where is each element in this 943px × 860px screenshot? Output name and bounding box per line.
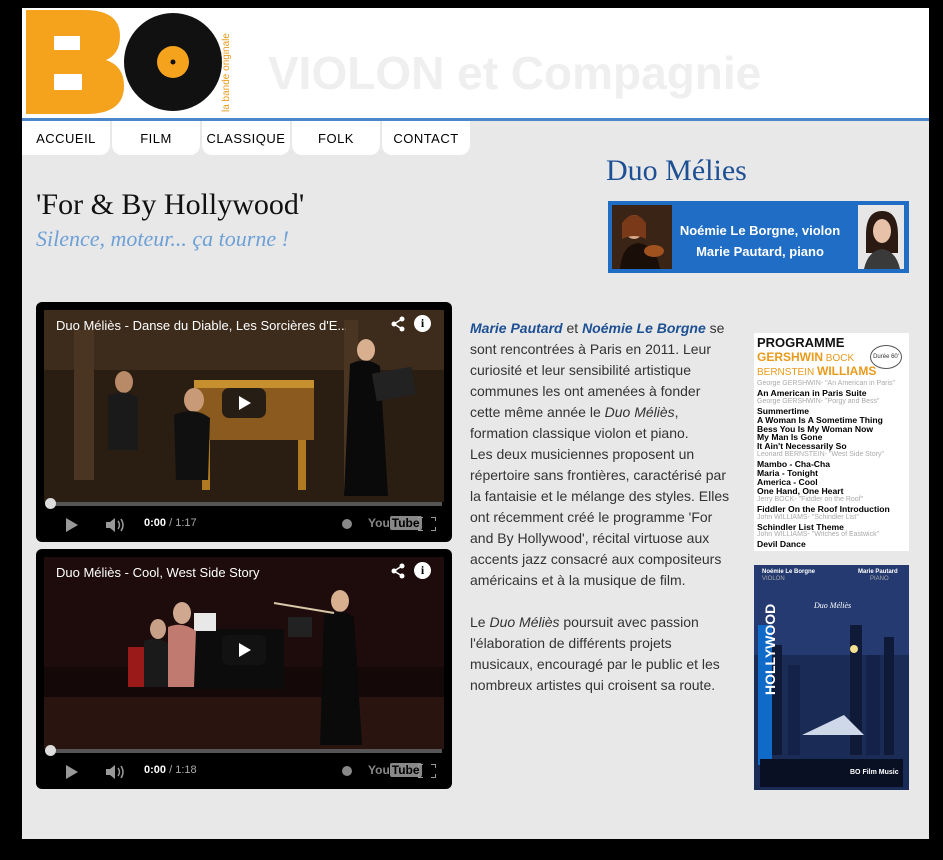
composer-gershwin: GERSHWIN — [757, 350, 823, 364]
play-button-icon[interactable] — [66, 765, 78, 779]
play-button-icon[interactable] — [66, 518, 78, 532]
progress-bar[interactable] — [46, 502, 442, 506]
video-title[interactable]: Duo Méliès - Cool, West Side Story — [56, 565, 346, 580]
bio-paragraph-2: Les deux musiciennes proposent un répert… — [470, 446, 730, 588]
duo-banner-text: Noémie Le Borgne, violon Marie Pautard, … — [670, 220, 850, 262]
nav-classique[interactable]: CLASSIQUE — [202, 121, 290, 155]
bio-p3-start: Le — [470, 614, 490, 630]
concert-poster[interactable]: Noémie Le Borgne VIOLON Marie Pautard PI… — [754, 565, 909, 790]
play-icon[interactable] — [222, 388, 266, 418]
logo-tagline: la bande originale — [221, 33, 232, 112]
watch-later-icon[interactable] — [342, 766, 352, 776]
poster-footer-logo: BO Film Music — [850, 769, 899, 776]
composer-williams: WILLIAMS — [817, 364, 877, 378]
poster-title: HOLLYWOOD — [762, 603, 778, 695]
duo-violinist: Noémie Le Borgne, violon — [679, 223, 841, 238]
poster-duo-logo: Duo Méliès — [814, 601, 852, 610]
duo-pianist: Marie Pautard, piano — [696, 244, 824, 259]
duo-title: Duo Mélies — [606, 154, 747, 187]
violinist-photo — [612, 205, 672, 269]
video-controls: 0:00 / 1:18 You Tube — [36, 754, 452, 789]
programme-piece: An American in Paris Suite — [757, 387, 867, 398]
poster-violin-label: VIOLON — [762, 576, 785, 582]
composer-bock: BOCK — [825, 353, 855, 364]
progress-bar[interactable] — [46, 749, 442, 753]
video-controls: 0:00 / 1:17 You Tube — [36, 507, 452, 542]
duo-banner[interactable]: Noémie Le Borgne, violon Marie Pautard, … — [608, 201, 909, 273]
duration-badge: Durée 60' — [870, 345, 902, 369]
site-header: la bande originale VIOLON et Compagnie — [22, 8, 929, 121]
poster-pianist: Marie Pautard — [858, 569, 898, 575]
bio-text: Marie Pautard et Noémie Le Borgne se son… — [470, 318, 730, 696]
programme-title: PROGRAMME — [757, 335, 845, 350]
play-icon[interactable] — [222, 635, 266, 665]
video-player-2[interactable]: Duo Méliès - Cool, West Side Story i 0:0… — [36, 549, 452, 789]
time-current: 0:00 — [144, 764, 167, 776]
programme-piece: Fiddler On the Roof Introduction — [757, 503, 890, 514]
volume-icon[interactable] — [106, 765, 126, 779]
page-subheading: Silence, moteur... ça tourne ! — [36, 226, 289, 251]
poster-piano-label: PIANO — [870, 576, 889, 582]
nav-contact[interactable]: CONTACT — [382, 121, 470, 155]
info-icon[interactable]: i — [414, 562, 431, 579]
nav-folk[interactable]: FOLK — [292, 121, 380, 155]
page-heading: 'For & By Hollywood' — [36, 188, 305, 221]
time-current: 0:00 — [144, 517, 167, 529]
programme-piece: It Ain't Necessarily So — [757, 441, 847, 452]
info-icon[interactable]: i — [414, 315, 431, 332]
fullscreen-icon[interactable] — [418, 517, 436, 531]
bio-paragraph-1: Marie Pautard et Noémie Le Borgne se son… — [470, 318, 730, 444]
bio-p3-duo: Duo Méliès — [489, 614, 560, 630]
bio-name-1: Marie Pautard — [470, 320, 563, 336]
youtube-logo-icon[interactable]: You Tube — [368, 516, 422, 530]
bo-logo[interactable] — [24, 10, 229, 114]
video-player-1[interactable]: Duo Méliès - Danse du Diable, Les Sorciè… — [36, 302, 452, 542]
programme-piece: Schindler List Theme — [757, 521, 844, 532]
composer-bernstein: BERNSTEIN — [757, 367, 815, 378]
youtube-logo-icon[interactable]: You Tube — [368, 763, 422, 777]
video-title[interactable]: Duo Méliès - Danse du Diable, Les Sorciè… — [56, 318, 346, 333]
nav-accueil[interactable]: ACCUEIL — [22, 121, 110, 155]
share-icon[interactable] — [390, 563, 406, 579]
poster-violinist: Noémie Le Borgne — [762, 569, 816, 575]
programme-piece: One Hand, One Heart — [757, 485, 844, 496]
programme-piece: Devil Dance — [757, 539, 806, 550]
programme-card[interactable]: PROGRAMME GERSHWIN BOCK BERNSTEIN WILLIA… — [754, 333, 909, 551]
bio-and: et — [562, 320, 583, 336]
page: la bande originale VIOLON et Compagnie A… — [22, 8, 929, 839]
volume-icon[interactable] — [106, 518, 126, 532]
time-total: / 1:18 — [169, 764, 197, 776]
site-title: VIOLON et Compagnie — [268, 47, 762, 99]
pianist-photo — [858, 205, 904, 269]
programme-composers: GERSHWIN BOCK BERNSTEIN WILLIAMS — [757, 351, 876, 379]
main-nav: ACCUEIL FILM CLASSIQUE FOLK CONTACT — [22, 121, 472, 155]
programme-list: George GERSHWIN- "An American in Paris" A… — [757, 380, 907, 549]
watch-later-icon[interactable] — [342, 519, 352, 529]
bio-name-2: Noémie Le Borgne — [582, 320, 706, 336]
share-icon[interactable] — [390, 316, 406, 332]
time-total: / 1:17 — [169, 517, 197, 529]
nav-film[interactable]: FILM — [112, 121, 200, 155]
bio-duo-name: Duo Méliès — [604, 404, 675, 420]
video-time: 0:00 / 1:17 — [144, 517, 197, 529]
fullscreen-icon[interactable] — [418, 764, 436, 778]
bio-paragraph-3: Le Duo Méliès poursuit avec passion l'él… — [470, 612, 730, 696]
video-time: 0:00 / 1:18 — [144, 764, 197, 776]
